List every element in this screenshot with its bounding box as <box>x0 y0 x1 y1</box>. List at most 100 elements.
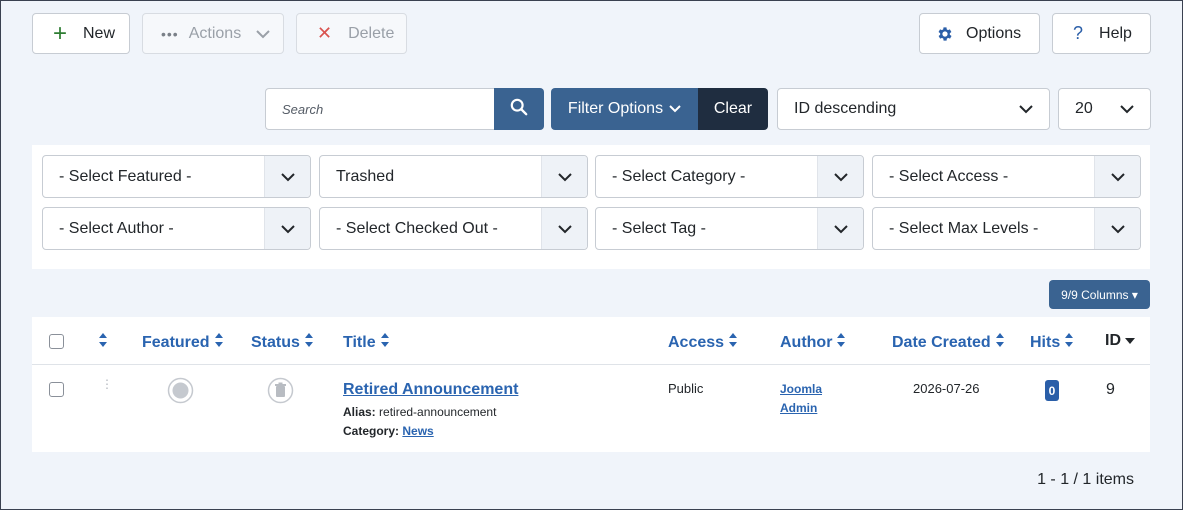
table-header: Featured Status Title Access Author Date… <box>32 317 1150 365</box>
category-link[interactable]: News <box>402 424 433 438</box>
gear-icon <box>936 25 954 43</box>
sort-desc-icon <box>1125 332 1135 350</box>
help-button[interactable]: ? Help <box>1052 13 1151 54</box>
x-icon: ✕ <box>317 23 333 43</box>
featured-header[interactable]: Featured <box>142 332 224 353</box>
help-button-label: Help <box>1099 24 1132 42</box>
chevron-down-icon <box>255 29 271 39</box>
author-header[interactable]: Author <box>780 332 846 353</box>
question-icon: ? <box>1073 23 1084 43</box>
delete-button-label: Delete <box>348 24 395 42</box>
featured-toggle-icon[interactable] <box>167 377 194 409</box>
author-header-label: Author <box>780 333 833 351</box>
actions-button[interactable]: ••• Actions <box>142 13 284 54</box>
delete-button[interactable]: ✕ Delete <box>296 13 407 54</box>
featured-filter-value: - Select Featured - <box>59 167 192 185</box>
chevron-down-icon <box>541 156 587 197</box>
access-filter-select[interactable]: - Select Access - <box>872 155 1141 198</box>
max-levels-filter-value: - Select Max Levels - <box>889 219 1039 237</box>
columns-toggle-button[interactable]: 9/9 Columns ▾ <box>1049 280 1150 309</box>
chevron-down-icon <box>817 156 863 197</box>
access-header-label: Access <box>668 333 725 351</box>
status-header[interactable]: Status <box>251 332 314 353</box>
chevron-down-icon <box>264 208 310 249</box>
alias-label: Alias: <box>343 405 376 419</box>
category-line: Category: News <box>343 424 434 438</box>
actions-button-label: Actions <box>188 24 242 42</box>
max-levels-filter-select[interactable]: - Select Max Levels - <box>872 207 1141 250</box>
author-name-line1: Joomla <box>780 382 823 396</box>
date-created-value: 2026-07-26 <box>913 381 980 396</box>
chevron-down-icon <box>1003 89 1049 129</box>
columns-toggle-label: 9/9 Columns ▾ <box>1061 287 1138 302</box>
id-header[interactable]: ID <box>1105 332 1135 350</box>
author-filter-value: - Select Author - <box>59 219 174 237</box>
chevron-down-icon <box>817 208 863 249</box>
access-header[interactable]: Access <box>668 332 738 353</box>
alias-value: retired-announcement <box>379 405 497 419</box>
row-checkbox[interactable] <box>49 382 64 397</box>
title-header[interactable]: Title <box>343 332 390 353</box>
article-title-link[interactable]: Retired Announcement <box>343 381 518 399</box>
featured-header-label: Featured <box>142 333 210 351</box>
new-button[interactable]: + New <box>32 13 130 54</box>
author-link[interactable]: Joomla Admin <box>780 380 822 418</box>
ordering-select[interactable]: ID descending <box>777 88 1050 130</box>
ordering-value: ID descending <box>794 100 897 117</box>
author-filter-select[interactable]: - Select Author - <box>42 207 311 250</box>
limit-value: 20 <box>1075 100 1093 117</box>
pagination-info: 1 - 1 / 1 items <box>1037 471 1134 488</box>
author-name-line2: Admin <box>780 401 818 415</box>
search-button[interactable] <box>494 88 544 130</box>
access-filter-value: - Select Access - <box>889 167 1009 185</box>
articles-table: Featured Status Title Access Author Date… <box>32 317 1150 452</box>
ellipsis-icon: ••• <box>161 25 179 42</box>
options-button[interactable]: Options <box>919 13 1040 54</box>
search-group <box>265 88 544 130</box>
alias-line: Alias: retired-announcement <box>343 405 496 419</box>
hits-header-label: Hits <box>1030 333 1061 351</box>
sort-icon <box>836 332 846 353</box>
trash-status-icon[interactable] <box>267 377 294 409</box>
toolbar: + New ••• Actions ✕ Delete Options ? Hel… <box>1 1 1182 65</box>
access-value: Public <box>668 381 704 396</box>
sort-icon <box>214 332 224 353</box>
hits-header[interactable]: Hits <box>1030 332 1074 353</box>
chevron-down-icon <box>264 156 310 197</box>
clear-button[interactable]: Clear <box>698 88 768 130</box>
chevron-down-icon <box>669 105 681 113</box>
new-button-label: New <box>83 24 116 42</box>
id-header-label: ID <box>1105 332 1121 349</box>
chevron-down-icon <box>541 208 587 249</box>
id-value: 9 <box>1106 381 1115 398</box>
status-header-label: Status <box>251 333 300 351</box>
date-created-header-label: Date Created <box>892 333 991 351</box>
tag-filter-select[interactable]: - Select Tag - <box>595 207 864 250</box>
chevron-down-icon <box>1104 89 1150 129</box>
date-created-header[interactable]: Date Created <box>892 332 1005 353</box>
ordering-sort-header[interactable] <box>98 332 108 353</box>
featured-filter-select[interactable]: - Select Featured - <box>42 155 311 198</box>
filter-options-label: Filter Options <box>567 100 664 117</box>
sort-icon <box>98 332 108 353</box>
clear-button-label: Clear <box>713 100 753 117</box>
options-button-label: Options <box>966 24 1022 42</box>
search-input[interactable] <box>265 88 495 130</box>
checked-out-filter-value: - Select Checked Out - <box>336 219 498 237</box>
sort-icon <box>1064 332 1074 353</box>
filter-options-button[interactable]: Filter Options <box>551 88 698 130</box>
limit-select[interactable]: 20 <box>1058 88 1151 130</box>
drag-handle-icon[interactable]: ⋮ <box>101 378 113 390</box>
title-header-label: Title <box>343 333 376 351</box>
plus-icon: + <box>52 19 67 47</box>
sort-icon <box>728 332 738 353</box>
sort-icon <box>995 332 1005 353</box>
chevron-down-icon <box>1094 208 1140 249</box>
sort-icon <box>380 332 390 353</box>
status-filter-select[interactable]: Trashed <box>319 155 588 198</box>
category-filter-select[interactable]: - Select Category - <box>595 155 864 198</box>
select-all-checkbox[interactable] <box>49 334 64 349</box>
checked-out-filter-select[interactable]: - Select Checked Out - <box>319 207 588 250</box>
category-label: Category: <box>343 424 400 438</box>
status-filter-value: Trashed <box>336 167 395 185</box>
